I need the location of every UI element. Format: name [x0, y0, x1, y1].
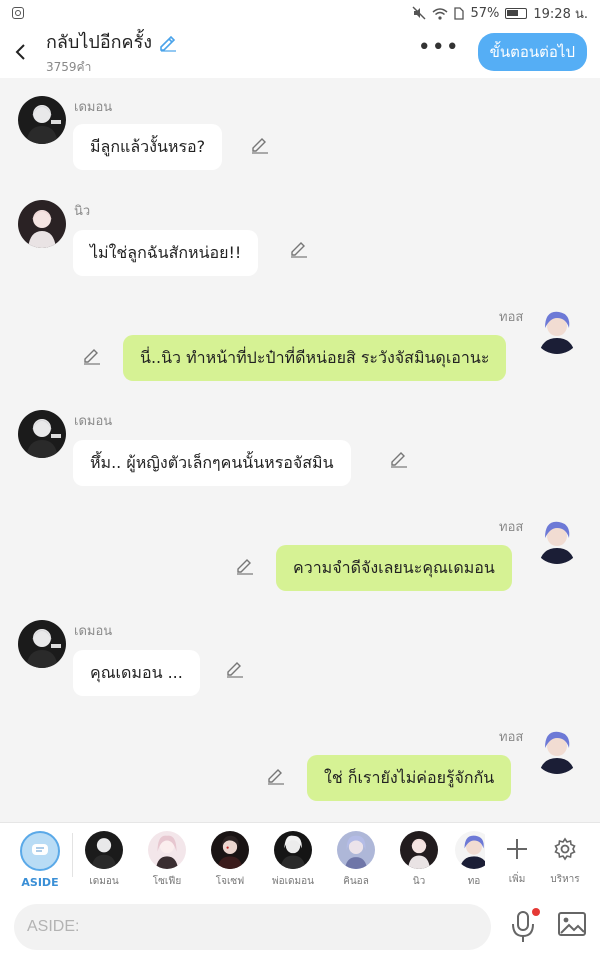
- character-label: โจเซฟ: [215, 876, 245, 887]
- aside-circle: [20, 831, 60, 871]
- character-label: เดมอน: [89, 876, 119, 887]
- character-bar: ASIDE เดมอน โซเฟีย โจเซฟ พ่อเดมอน คินอล …: [0, 822, 600, 889]
- recording-dot: [532, 908, 540, 916]
- chat-bubble-icon: [32, 844, 48, 855]
- edit-pencil-icon[interactable]: [289, 238, 309, 258]
- microphone-button[interactable]: [510, 908, 540, 946]
- message-bubble[interactable]: นี่..นิว ทำหน้าที่ปะป๋าที่ดีหน่อยสิ ระวั…: [123, 335, 507, 381]
- instagram-icon: [12, 7, 24, 19]
- character-item[interactable]: เดมอน: [74, 831, 134, 889]
- speaker-name: ทอส: [499, 730, 524, 745]
- character-avatar: [337, 831, 375, 869]
- plus-icon: [507, 839, 527, 859]
- page-title[interactable]: กลับไปอีกครั้ง: [46, 27, 152, 56]
- character-label: นิว: [412, 876, 426, 887]
- wifi-icon: [432, 7, 448, 20]
- character-item[interactable]: โซเฟีย: [137, 831, 197, 889]
- speaker-name: ทอส: [499, 310, 524, 325]
- avatar-tos[interactable]: [533, 726, 581, 774]
- sim-icon: [454, 6, 465, 20]
- character-avatar: [148, 831, 186, 869]
- message-bubble[interactable]: ไม่ใช่ลูกฉันสักหน่อย!!: [73, 230, 259, 276]
- character-item[interactable]: นิว: [389, 831, 449, 889]
- character-avatar: [400, 831, 438, 869]
- speaker-name: นิว: [74, 204, 91, 219]
- edit-pencil-icon[interactable]: [250, 134, 270, 154]
- add-label: เพิ่ม: [508, 874, 526, 885]
- message-bubble[interactable]: คุณเดมอน ...: [73, 650, 200, 696]
- character-item[interactable]: พ่อเดมอน: [263, 831, 323, 889]
- character-avatar: [85, 831, 123, 869]
- chat-area[interactable]: เดมอน มีลูกแล้วงั้นหรอ? นิว ไม่ใช่ลูกฉัน…: [0, 78, 600, 822]
- message-bubble[interactable]: มีลูกแล้วงั้นหรอ?: [73, 124, 223, 170]
- battery-percent: 57%: [470, 5, 500, 21]
- message-input[interactable]: [14, 904, 491, 950]
- header: กลับไปอีกครั้ง 3759คำ ••• ขั้นตอนต่อไป: [0, 26, 600, 78]
- character-label: พ่อเดมอน: [272, 876, 314, 887]
- manage-label: บริหาร: [550, 874, 580, 885]
- input-bar: [0, 888, 600, 960]
- speaker-name: ทอส: [499, 520, 524, 535]
- character-item[interactable]: คินอล: [326, 831, 386, 889]
- message-bubble[interactable]: หึ้ม.. ผู้หญิงตัวเล็กๆคนนั้นหรอจัสมิน: [73, 440, 351, 486]
- character-avatar: [211, 831, 249, 869]
- clock: 19:28 น.: [533, 6, 588, 22]
- more-options-icon[interactable]: •••: [418, 37, 460, 61]
- mute-icon: [412, 6, 426, 20]
- divider: [72, 833, 73, 877]
- speaker-name: เดมอน: [74, 414, 113, 429]
- edit-pencil-icon[interactable]: [225, 658, 245, 678]
- character-avatar: [274, 831, 312, 869]
- avatar-damon[interactable]: [18, 410, 66, 458]
- speaker-name: เดมอน: [74, 624, 113, 639]
- status-bar: 57% 19:28 น.: [0, 0, 600, 26]
- avatar-damon[interactable]: [18, 620, 66, 668]
- manage-button[interactable]: บริหาร: [543, 831, 587, 887]
- word-count: 3759คำ: [46, 60, 92, 74]
- avatar-tos[interactable]: [533, 516, 581, 564]
- image-button[interactable]: [558, 912, 586, 936]
- character-label: คินอล: [343, 876, 369, 887]
- battery-icon: [505, 7, 528, 19]
- edit-pencil-icon[interactable]: [266, 765, 286, 785]
- back-button[interactable]: [2, 26, 38, 78]
- avatar-niw[interactable]: [18, 200, 66, 248]
- add-character-button[interactable]: เพิ่ม: [495, 831, 539, 887]
- gear-icon: [554, 837, 576, 861]
- character-label: ทอ: [467, 876, 481, 887]
- title-block: กลับไปอีกครั้ง 3759คำ: [46, 27, 418, 77]
- image-icon: [558, 912, 586, 936]
- message-bubble[interactable]: ใช่ ก็เรายังไม่ค่อยรู้จักกัน: [307, 755, 512, 801]
- edit-pencil-icon[interactable]: [82, 345, 102, 365]
- edit-pencil-icon[interactable]: [389, 448, 409, 468]
- avatar-tos[interactable]: [533, 306, 581, 354]
- character-item[interactable]: ทอ: [449, 831, 485, 889]
- edit-pencil-icon[interactable]: [235, 555, 255, 575]
- character-avatar: [455, 831, 485, 869]
- chevron-left-icon: [15, 44, 25, 60]
- next-step-button[interactable]: ขั้นตอนต่อไป: [477, 33, 587, 71]
- character-label: โซเฟีย: [152, 876, 182, 887]
- speaker-name: เดมอน: [74, 100, 113, 115]
- edit-title-icon[interactable]: [158, 32, 178, 52]
- aside-button[interactable]: ASIDE: [10, 831, 70, 889]
- avatar-damon[interactable]: [18, 96, 66, 144]
- character-item[interactable]: โจเซฟ: [200, 831, 260, 889]
- message-bubble[interactable]: ความจำดีจังเลยนะคุณเดมอน: [276, 545, 512, 591]
